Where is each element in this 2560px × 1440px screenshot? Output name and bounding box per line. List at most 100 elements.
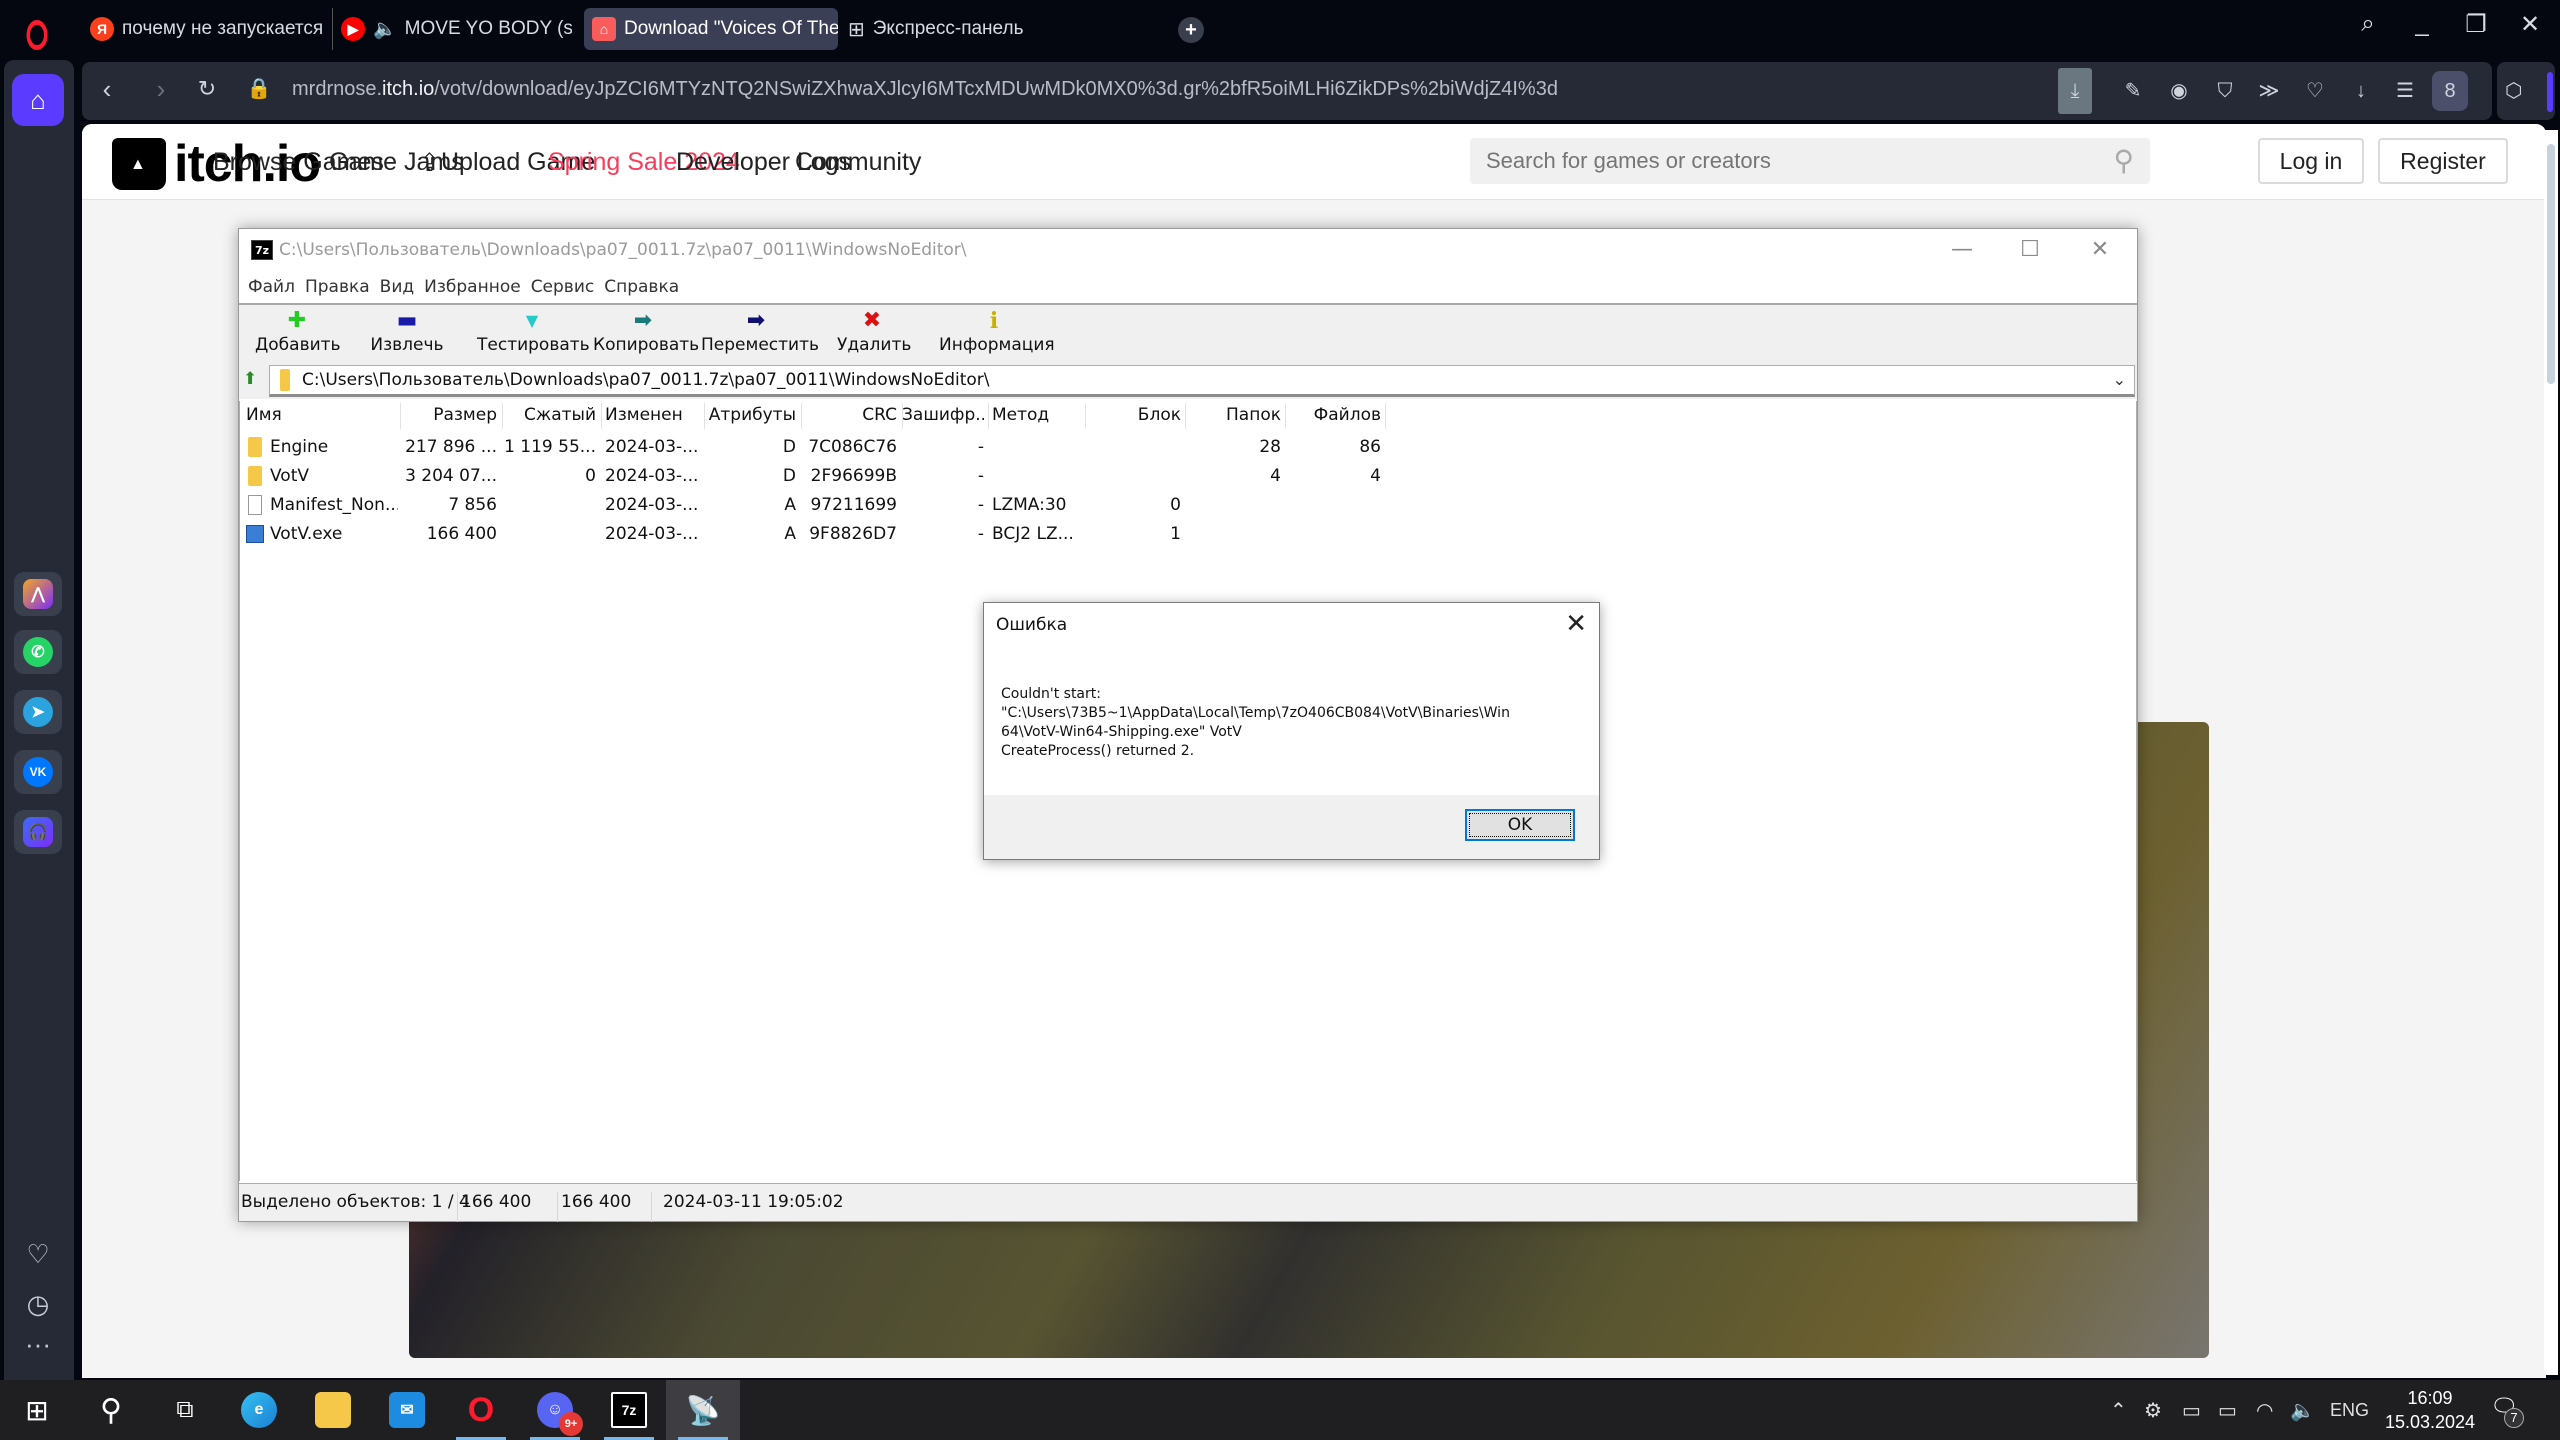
new-tab-button[interactable]: + — [1178, 17, 1204, 43]
notification-center[interactable]: 🗨 7 — [2490, 1394, 2524, 1428]
ok-button[interactable]: OK — [1465, 809, 1575, 841]
table-row[interactable]: Manifest_Non... 7 856 2024-03-... A 97211699… — [240, 491, 2136, 520]
wifi-icon[interactable]: ◠ — [2256, 1398, 2273, 1423]
col-crc[interactable]: CRC — [801, 401, 897, 429]
chevron-down-icon[interactable]: ⌄ — [2113, 370, 2126, 389]
heart-icon[interactable]: ♡ — [2300, 76, 2330, 106]
profile-icon[interactable]: 8 — [2432, 71, 2468, 111]
col-size[interactable]: Размер — [402, 401, 497, 429]
col-name[interactable]: Имя — [246, 401, 396, 429]
7zip-titlebar[interactable]: 7z C:\Users\Пользователь\Downloads\pa07_… — [239, 229, 2137, 271]
col-files[interactable]: Файлов — [1285, 401, 1381, 429]
task-view[interactable]: ⧉ — [148, 1380, 222, 1440]
taskbar-opera[interactable]: O — [444, 1380, 518, 1440]
search-icon[interactable]: ⚲ — [2113, 144, 2134, 177]
tab-speed-dial[interactable]: ⊞ Экспресс-панель — [840, 8, 1040, 50]
move-button[interactable]: ➡ Переместить — [701, 307, 819, 355]
menu-view[interactable]: Вид — [375, 277, 419, 297]
test-button[interactable]: ▼ Тестировать — [477, 307, 590, 355]
send-icon[interactable]: ≫ — [2254, 76, 2284, 106]
history-icon[interactable]: ◷ — [18, 1286, 58, 1322]
copy-button[interactable]: ➡ Копировать — [593, 307, 699, 355]
opera-menu-icon[interactable] — [26, 20, 48, 50]
sidebar-telegram[interactable]: ➤ — [14, 690, 62, 734]
menu-edit[interactable]: Правка — [300, 277, 375, 297]
minimize-button[interactable]: _ — [2402, 10, 2442, 38]
camera-icon[interactable]: ◉ — [2164, 76, 2194, 106]
extract-button[interactable]: ▬ Извлечь — [369, 307, 445, 355]
col-method[interactable]: Метод — [992, 401, 1082, 429]
scrollbar-thumb[interactable] — [2547, 144, 2555, 384]
tray-overflow-icon[interactable]: ⌃ — [2110, 1398, 2127, 1423]
more-icon[interactable]: ··· — [18, 1326, 58, 1362]
col-block[interactable]: Блок — [1085, 401, 1181, 429]
table-row[interactable]: Engine 217 896 ... 1 119 55... 2024-03-... D… — [240, 433, 2136, 462]
menu-file[interactable]: Файл — [243, 277, 300, 297]
header-divider[interactable] — [1385, 403, 1386, 429]
col-folders[interactable]: Папок — [1185, 401, 1281, 429]
page-scrollbar[interactable] — [2544, 130, 2558, 1375]
url-field[interactable]: mrdrnose.itch.io/votv/download/eyJpZCI6M… — [292, 78, 1558, 101]
volume-icon[interactable]: 🔈 — [2290, 1398, 2315, 1423]
folder-up-icon[interactable]: ⬆ — [243, 369, 257, 389]
7zip-maximize-button[interactable]: ☐ — [2015, 237, 2045, 262]
delete-button[interactable]: ✖ Удалить — [837, 307, 911, 355]
clock[interactable]: 16:09 15.03.2024 — [2380, 1386, 2480, 1434]
language-indicator[interactable]: ENG — [2330, 1400, 2369, 1421]
home-icon[interactable]: ⌂ — [12, 74, 64, 126]
info-button[interactable]: i Информация — [939, 307, 1055, 355]
tray-camera-icon[interactable]: ▭ — [2182, 1398, 2201, 1423]
taskbar-search[interactable]: ⚲ — [74, 1380, 148, 1440]
col-attributes[interactable]: Атрибуты — [704, 401, 796, 429]
taskbar-mail[interactable]: ✉ — [370, 1380, 444, 1440]
menu-favorites[interactable]: Избранное — [419, 277, 526, 297]
back-button[interactable]: ‹ — [90, 74, 124, 105]
restore-button[interactable]: ❐ — [2456, 10, 2496, 39]
sidebar-music[interactable]: 🎧 — [14, 810, 62, 854]
easy-setup-icon[interactable]: ☰ — [2390, 76, 2420, 106]
sidebar-aria[interactable]: ⋀ — [14, 572, 62, 616]
reload-button[interactable]: ↻ — [190, 76, 224, 102]
add-button[interactable]: ✚ Добавить — [255, 307, 341, 355]
table-row[interactable]: VotV 3 204 07... 0 2024-03-... D 2F96699B - 4 4 — [240, 462, 2136, 491]
start-button[interactable]: ⊞ — [0, 1380, 74, 1440]
lock-icon[interactable]: 🔒 — [242, 76, 276, 101]
tab-itch-download[interactable]: ⌂ Download "Voices Of The — [584, 8, 838, 50]
7zip-minimize-button[interactable]: — — [1947, 237, 1977, 262]
taskbar-edge[interactable]: e — [222, 1380, 296, 1440]
forward-button[interactable]: › — [144, 74, 178, 105]
shield-icon[interactable]: ⛉ — [2210, 76, 2240, 106]
header-divider[interactable] — [400, 403, 401, 429]
header-divider[interactable] — [601, 403, 602, 429]
sidebar-whatsapp[interactable]: ✆ — [14, 630, 62, 674]
7zip-close-button[interactable]: ✕ — [2085, 237, 2115, 262]
login-button[interactable]: Log in — [2258, 138, 2364, 184]
snapshot-edit-icon[interactable]: ✎ — [2118, 76, 2148, 106]
extensions-icon[interactable]: ⬡ — [2505, 78, 2522, 103]
search-input[interactable] — [1470, 138, 2070, 184]
speaker-icon[interactable]: 🔈 — [373, 17, 397, 41]
battery-icon[interactable]: ▭ — [2218, 1398, 2237, 1423]
taskbar-satellite-app[interactable]: 📡 — [666, 1380, 740, 1440]
col-modified[interactable]: Изменен — [605, 401, 705, 429]
tray-settings-icon[interactable]: ⚙ — [2144, 1398, 2162, 1423]
download-icon[interactable]: ↓ — [2346, 76, 2376, 106]
col-encrypted[interactable]: Зашифр... — [902, 401, 984, 429]
menu-help[interactable]: Справка — [599, 277, 684, 297]
header-divider[interactable] — [988, 403, 989, 429]
dialog-close-icon[interactable]: ✕ — [1565, 609, 1587, 639]
tab-search-icon[interactable]: ⌕ — [2348, 10, 2388, 38]
nav-community[interactable]: Community — [795, 148, 921, 177]
taskbar-discord[interactable]: ☺ 9+ — [518, 1380, 592, 1440]
taskbar-7zip[interactable]: 7z — [592, 1380, 666, 1440]
download-blocked-icon[interactable]: ⤓ — [2058, 68, 2092, 114]
path-combobox[interactable]: C:\Users\Пользователь\Downloads\pa07_001… — [269, 365, 2135, 397]
tab-yandex[interactable]: Я почему не запускается vc — [82, 8, 322, 50]
col-packed[interactable]: Сжатый — [502, 401, 596, 429]
table-row[interactable]: VotV.exe 166 400 2024-03-... A 9F8826D7 - BCJ2… — [240, 520, 2136, 549]
heart-icon[interactable]: ♡ — [18, 1236, 58, 1272]
menu-tools[interactable]: Сервис — [526, 277, 600, 297]
taskbar-explorer[interactable] — [296, 1380, 370, 1440]
close-button[interactable]: ✕ — [2510, 10, 2550, 39]
register-button[interactable]: Register — [2378, 138, 2508, 184]
